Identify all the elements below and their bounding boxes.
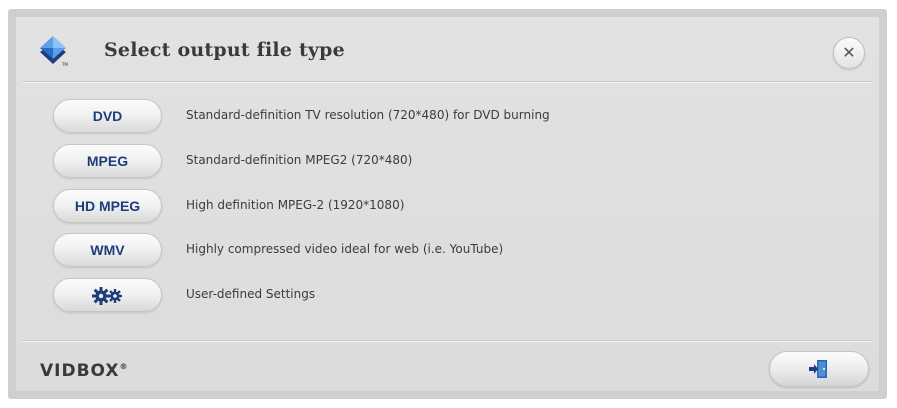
title-bar: TM Select output file type ✕ <box>16 17 879 81</box>
gears-icon <box>91 287 122 306</box>
wmv-button[interactable]: WMV <box>53 233 162 267</box>
close-button[interactable]: ✕ <box>833 37 865 69</box>
svg-text:TM: TM <box>61 62 68 67</box>
option-mpeg: MPEG Standard-definition MPEG2 (720*480) <box>16 144 879 180</box>
brand-mark: ® <box>119 362 129 371</box>
wmv-description: Highly compressed video ideal for web (i… <box>186 242 504 256</box>
option-wmv: WMV Highly compressed video ideal for we… <box>16 233 879 269</box>
dvd-description: Standard-definition TV resolution (720*4… <box>186 108 550 122</box>
mpeg-description: Standard-definition MPEG2 (720*480) <box>186 153 413 167</box>
user-defined-description: User-defined Settings <box>186 287 316 301</box>
dvd-button[interactable]: DVD <box>53 99 162 133</box>
title-divider <box>22 81 873 83</box>
brand-logo: VIDBOX® <box>40 361 129 381</box>
settings-button[interactable] <box>53 278 162 312</box>
mpeg-button[interactable]: MPEG <box>53 144 162 178</box>
hd-mpeg-button[interactable]: HD MPEG <box>53 189 162 223</box>
brand-name: VIDBOX <box>40 361 120 381</box>
vidbox-logo-icon: TM <box>40 36 68 67</box>
dialog-body: TM Select output file type ✕ DVD Standar… <box>16 17 879 391</box>
exit-button[interactable] <box>769 351 869 387</box>
option-user-defined: User-defined Settings <box>16 278 879 314</box>
option-hd-mpeg: HD MPEG High definition MPEG-2 (1920*108… <box>16 189 879 225</box>
dialog-title: Select output file type <box>104 39 345 61</box>
exit-door-icon <box>809 360 827 378</box>
option-dvd: DVD Standard-definition TV resolution (7… <box>16 99 879 135</box>
hd-mpeg-description: High definition MPEG-2 (1920*1080) <box>186 198 405 212</box>
close-icon: ✕ <box>842 43 856 62</box>
output-type-dialog: TM Select output file type ✕ DVD Standar… <box>8 9 887 399</box>
footer-divider <box>22 340 873 342</box>
